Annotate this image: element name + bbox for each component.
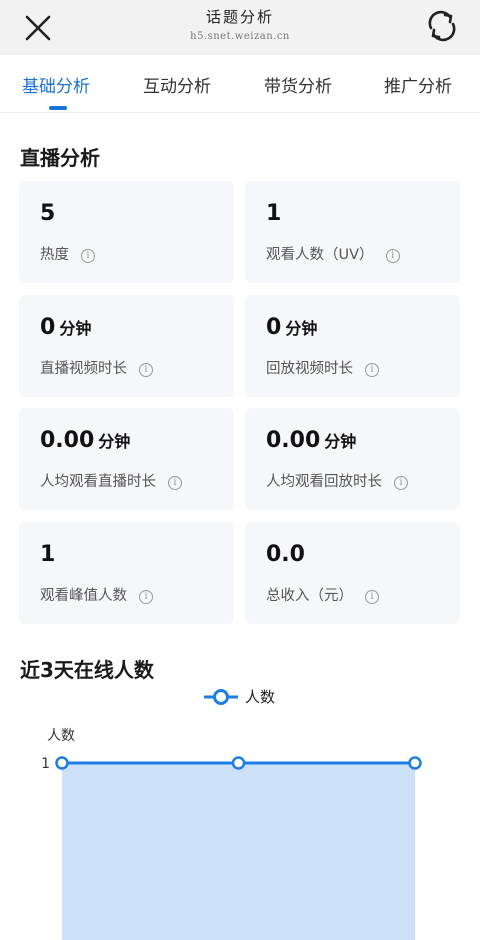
stat-label-row: 观看峰值人数 i <box>40 584 153 605</box>
stat-value: 0.00 分钟 <box>40 428 130 453</box>
stat-number: 5 <box>40 201 56 226</box>
stat-number: 1 <box>266 201 282 226</box>
stat-number: 0 <box>40 314 56 340</box>
stat-number: 0.00 <box>40 428 95 453</box>
stat-label: 总收入（元） <box>266 587 353 604</box>
stat-label-row: 热度 i <box>40 243 95 264</box>
y-tick-label: 1 <box>41 756 50 772</box>
stat-label-row: 人均观看回放时长 i <box>266 470 408 491</box>
stat-label: 人均观看回放时长 <box>266 474 382 490</box>
stat-label-row: 观看人数（UV） i <box>266 243 400 264</box>
stat-label: 热度 <box>40 247 69 263</box>
info-icon[interactable]: i <box>365 362 379 377</box>
page-url: h5.snet.weizan.cn <box>190 31 290 42</box>
tab-basic-analysis[interactable]: 基础分析 <box>22 72 90 97</box>
tab-interaction-analysis[interactable]: 互动分析 <box>143 72 211 97</box>
stat-card: 1 观看峰值人数 i <box>19 521 234 624</box>
tab-sales-analysis[interactable]: 带货分析 <box>264 72 332 97</box>
stat-value: 0.0 <box>266 542 305 567</box>
stat-value: 0 分钟 <box>40 315 91 340</box>
tab-bar: 基础分析 互动分析 带货分析 推广分析 <box>0 55 480 113</box>
refresh-icon[interactable] <box>424 8 460 44</box>
stat-label-row: 回放视频时长 i <box>266 357 379 378</box>
active-tab-indicator <box>49 106 67 110</box>
info-icon[interactable]: i <box>139 362 153 377</box>
data-point[interactable] <box>55 756 69 770</box>
stat-unit: 分钟 <box>285 318 318 338</box>
info-icon[interactable]: i <box>365 589 379 604</box>
stat-label-row: 直播视频时长 i <box>40 357 153 378</box>
stat-card: 0.00 分钟人均观看回放时长 i <box>245 408 460 510</box>
stat-card: 1 观看人数（UV） i <box>245 181 460 283</box>
stat-card: 0.0 总收入（元） i <box>245 521 460 624</box>
stat-number: 0.0 <box>266 541 305 567</box>
online-users-title: 近3天在线人数 <box>20 658 154 682</box>
stat-value: 1 <box>40 542 55 567</box>
info-icon[interactable]: i <box>385 249 400 263</box>
stat-value: 1 <box>266 201 281 226</box>
data-point[interactable] <box>408 756 422 770</box>
info-icon[interactable]: i <box>168 476 182 490</box>
top-bar: 话题分析 h5.snet.weizan.cn <box>0 0 480 55</box>
stat-card: 0.00 分钟人均观看直播时长 i <box>19 408 234 510</box>
page-title: 话题分析 <box>205 8 274 26</box>
stat-label: 人均观看直播时长 <box>40 474 156 490</box>
tab-promotion-analysis[interactable]: 推广分析 <box>384 72 452 97</box>
data-point[interactable] <box>231 756 246 770</box>
info-icon[interactable]: i <box>81 249 95 263</box>
info-icon[interactable]: i <box>139 589 153 604</box>
stat-number: 0 <box>266 314 282 340</box>
stat-card: 5 热度 i <box>19 181 234 283</box>
live-analysis-title: 直播分析 <box>20 146 100 170</box>
stat-label: 观看人数（UV） <box>266 247 374 263</box>
stat-label: 直播视频时长 <box>40 360 127 377</box>
series-area <box>62 763 415 940</box>
stat-label: 观看峰值人数 <box>40 587 127 604</box>
legend-label: 人数 <box>245 688 276 706</box>
stat-card: 0 分钟回放视频时长 i <box>245 294 460 397</box>
stat-unit: 分钟 <box>324 432 357 451</box>
stat-unit: 分钟 <box>98 432 131 451</box>
stat-value: 0 分钟 <box>266 315 317 340</box>
stat-number: 0.00 <box>266 428 321 453</box>
stat-number: 1 <box>40 541 56 567</box>
stat-label: 回放视频时长 <box>266 360 353 377</box>
stat-card: 0 分钟直播视频时长 i <box>19 294 234 397</box>
stat-value: 5 <box>40 201 55 226</box>
online-users-chart: 1 <box>41 756 422 940</box>
stat-label-row: 人均观看直播时长 i <box>40 470 182 491</box>
info-icon[interactable]: i <box>394 476 408 490</box>
stat-label-row: 总收入（元） i <box>266 584 379 605</box>
legend-series-marker <box>204 689 238 705</box>
stat-unit: 分钟 <box>59 318 92 338</box>
stat-value: 0.00 分钟 <box>266 428 356 453</box>
